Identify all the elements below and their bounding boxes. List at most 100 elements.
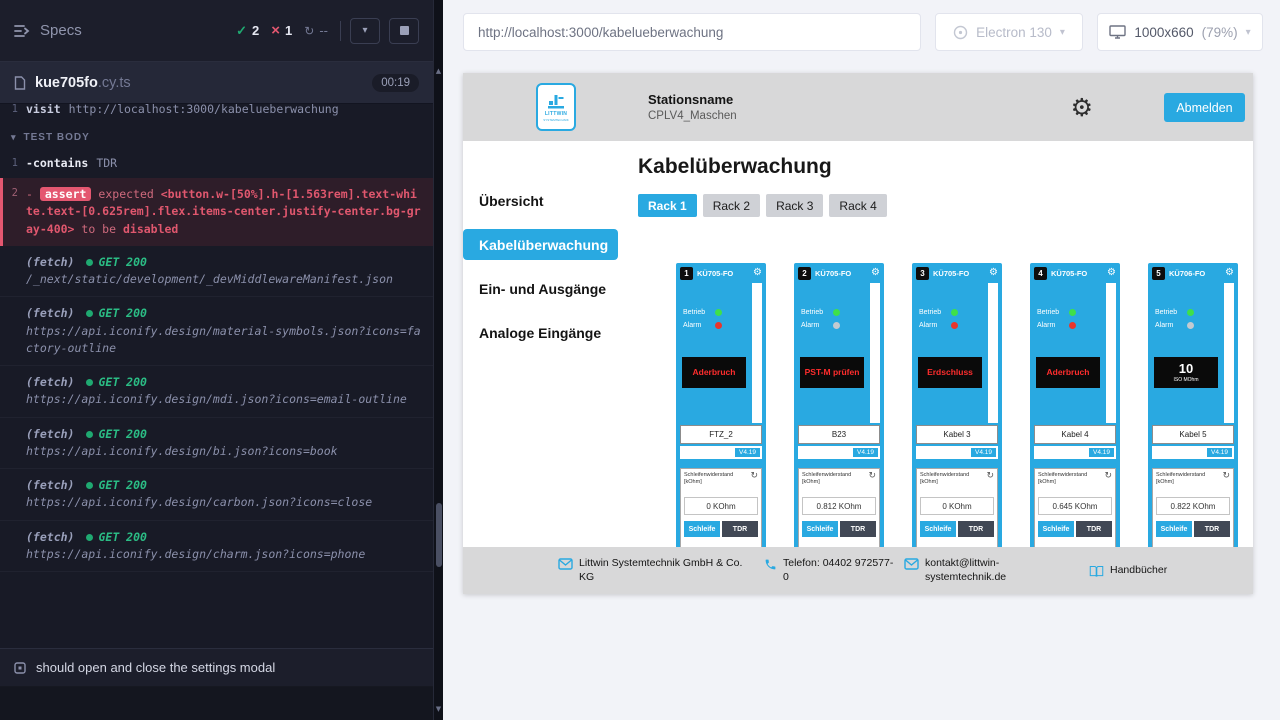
betrieb-label: Betrieb — [801, 309, 833, 316]
schleife-button[interactable]: Schleife — [802, 521, 838, 537]
reporter-scrollbar[interactable]: ▲ ▼ — [433, 0, 443, 720]
fetch-label: (fetch) — [26, 255, 74, 269]
schleife-button[interactable]: Schleife — [920, 521, 956, 537]
loop-resistance-label: Schleifenwiderstand [kOhm] — [684, 472, 748, 485]
command-visit[interactable]: 1 visithttp://localhost:3000/kabelueberw… — [0, 104, 433, 121]
footer-email[interactable]: kontakt@littwin-systemtechnik.de — [904, 557, 1084, 584]
card-gear-icon[interactable]: ⚙ — [989, 268, 998, 278]
tab-rack-4[interactable]: Rack 4 — [829, 194, 886, 217]
chevron-down-icon: ▾ — [11, 132, 17, 143]
card-number: 2 — [798, 267, 811, 280]
status-display: 10ISO MOhm — [1154, 357, 1218, 388]
card-model: KÜ705-FO — [815, 269, 867, 278]
fetch-log-entry[interactable]: (fetch)GET 200 https://api.iconify.desig… — [0, 366, 433, 418]
scroll-down-icon[interactable]: ▼ — [434, 702, 443, 716]
device-card-3: 3KÜ705-FO⚙ Betrieb Alarm Erdschluss Kabe… — [912, 263, 1002, 547]
divider — [340, 21, 341, 41]
failed-assert-row[interactable]: 2 - assertexpected <button.w-[50%].h-[1.… — [0, 178, 433, 246]
company-name: Littwin Systemtechnik GmbH & Co. KG — [579, 557, 751, 584]
fetch-log-entry[interactable]: (fetch)GET 200 https://api.iconify.desig… — [0, 469, 433, 521]
settings-gear-icon[interactable]: ⚙ — [1071, 95, 1093, 120]
browser-select[interactable]: Electron 130 ▾ — [935, 13, 1083, 51]
alarm-label: Alarm — [919, 322, 951, 329]
nav-item-kabelueberwachung[interactable]: Kabelüberwachung — [463, 229, 618, 260]
assert-expected: expected — [98, 187, 153, 201]
alarm-label: Alarm — [801, 322, 833, 329]
nav-item-analoge-eingaenge[interactable]: Analoge Eingänge — [463, 317, 618, 348]
logout-button[interactable]: Abmelden — [1164, 93, 1245, 122]
tdr-button[interactable]: TDR — [840, 521, 876, 537]
firmware-version: V4.19 — [853, 448, 878, 457]
cable-name: Kabel 3 — [916, 425, 998, 444]
test-body-header[interactable]: ▾ TEST BODY — [0, 121, 433, 151]
card-model: KÜ705-FO — [697, 269, 749, 278]
tdr-button[interactable]: TDR — [1076, 521, 1112, 537]
nav-item-ein-und-ausgaenge[interactable]: Ein- und Ausgänge — [463, 273, 618, 304]
tdr-button[interactable]: TDR — [722, 521, 758, 537]
cypress-header: Specs ✓2 ×1 ↻-- ▾ — [0, 0, 433, 62]
refresh-icon[interactable]: ↻ — [1222, 472, 1230, 481]
success-dot-icon — [86, 431, 93, 438]
schleife-button[interactable]: Schleife — [1038, 521, 1074, 537]
command-contains[interactable]: 1 -containsTDR — [0, 151, 433, 175]
scroll-up-icon[interactable]: ▲ — [434, 64, 443, 78]
device-card-1: 1KÜ705-FO⚙ Betrieb Alarm Aderbruch FTZ_2… — [676, 263, 766, 547]
refresh-icon[interactable]: ↻ — [750, 472, 758, 481]
card-number: 4 — [1034, 267, 1047, 280]
phone-number: Telefon: 04402 972577-0 — [783, 557, 895, 584]
specs-button[interactable]: Specs — [14, 22, 82, 39]
footer-manuals-link[interactable]: Handbücher — [1089, 564, 1167, 578]
tdr-button[interactable]: TDR — [1194, 521, 1230, 537]
app-frame: LITTWIN SYSTEMTECHNIK Stationsname CPLV4… — [463, 73, 1253, 594]
fetch-log-entry[interactable]: (fetch)GET 200 https://api.iconify.desig… — [0, 521, 433, 573]
test-body-label: TEST BODY — [24, 132, 90, 143]
cross-icon: × — [271, 22, 280, 39]
loop-resistance-value: 0.822 KOhm — [1156, 497, 1230, 515]
spec-timer: 00:19 — [372, 74, 419, 92]
spec-file-row[interactable]: kue705fo.cy.ts 00:19 — [0, 62, 433, 104]
url-input[interactable] — [463, 13, 921, 51]
stop-run-button[interactable] — [389, 18, 419, 44]
loop-resistance-value: 0.812 KOhm — [802, 497, 876, 515]
loop-resistance-label: Schleifenwiderstand [kOhm] — [1156, 472, 1220, 485]
fetch-log-entry[interactable]: (fetch)GET 200 https://api.iconify.desig… — [0, 297, 433, 366]
fetch-log-entry[interactable]: (fetch)GET 200 https://api.iconify.desig… — [0, 418, 433, 470]
tab-rack-3[interactable]: Rack 3 — [766, 194, 823, 217]
schleife-button[interactable]: Schleife — [684, 521, 720, 537]
viewport-collapse-button[interactable]: ▾ — [350, 18, 380, 44]
firmware-version: V4.19 — [1207, 448, 1232, 457]
tab-rack-1[interactable]: Rack 1 — [638, 194, 697, 217]
card-gear-icon[interactable]: ⚙ — [1225, 268, 1234, 278]
fetch-log-entry[interactable]: (fetch)GET 200 /_next/static/development… — [0, 246, 433, 298]
refresh-icon[interactable]: ↻ — [986, 472, 994, 481]
viewport-zoom: (79%) — [1202, 25, 1238, 40]
command-arg: TDR — [96, 156, 117, 170]
pending-test-item[interactable]: should open and close the settings modal — [0, 648, 433, 686]
refresh-icon[interactable]: ↻ — [1104, 472, 1112, 481]
card-number: 3 — [916, 267, 929, 280]
schleife-button[interactable]: Schleife — [1156, 521, 1192, 537]
command-name: visit — [26, 104, 61, 116]
station-value: CPLV4_Maschen — [648, 110, 737, 122]
viewport-select[interactable]: 1000x660 (79%) ▾ — [1097, 13, 1263, 51]
refresh-icon[interactable]: ↻ — [868, 472, 876, 481]
command-arg: http://localhost:3000/kabelueberwachung — [69, 104, 339, 116]
status-display: Aderbruch — [682, 357, 746, 388]
card-model: KÜ705-FO — [933, 269, 985, 278]
scrollbar-thumb[interactable] — [436, 503, 442, 567]
fetch-label: (fetch) — [26, 478, 74, 492]
betrieb-label: Betrieb — [683, 309, 715, 316]
card-gear-icon[interactable]: ⚙ — [753, 268, 762, 278]
panel-bottom-filler — [0, 686, 433, 720]
firmware-version: V4.19 — [971, 448, 996, 457]
card-gear-icon[interactable]: ⚙ — [1107, 268, 1116, 278]
station-info: Stationsname CPLV4_Maschen — [648, 92, 737, 122]
tab-rack-2[interactable]: Rack 2 — [703, 194, 760, 217]
nav-item-uebersicht[interactable]: Übersicht — [463, 185, 618, 216]
tdr-button[interactable]: TDR — [958, 521, 994, 537]
card-gear-icon[interactable]: ⚙ — [871, 268, 880, 278]
fetch-label: (fetch) — [26, 306, 74, 320]
phone-icon — [764, 558, 777, 571]
success-dot-icon — [86, 534, 93, 541]
card-number: 1 — [680, 267, 693, 280]
